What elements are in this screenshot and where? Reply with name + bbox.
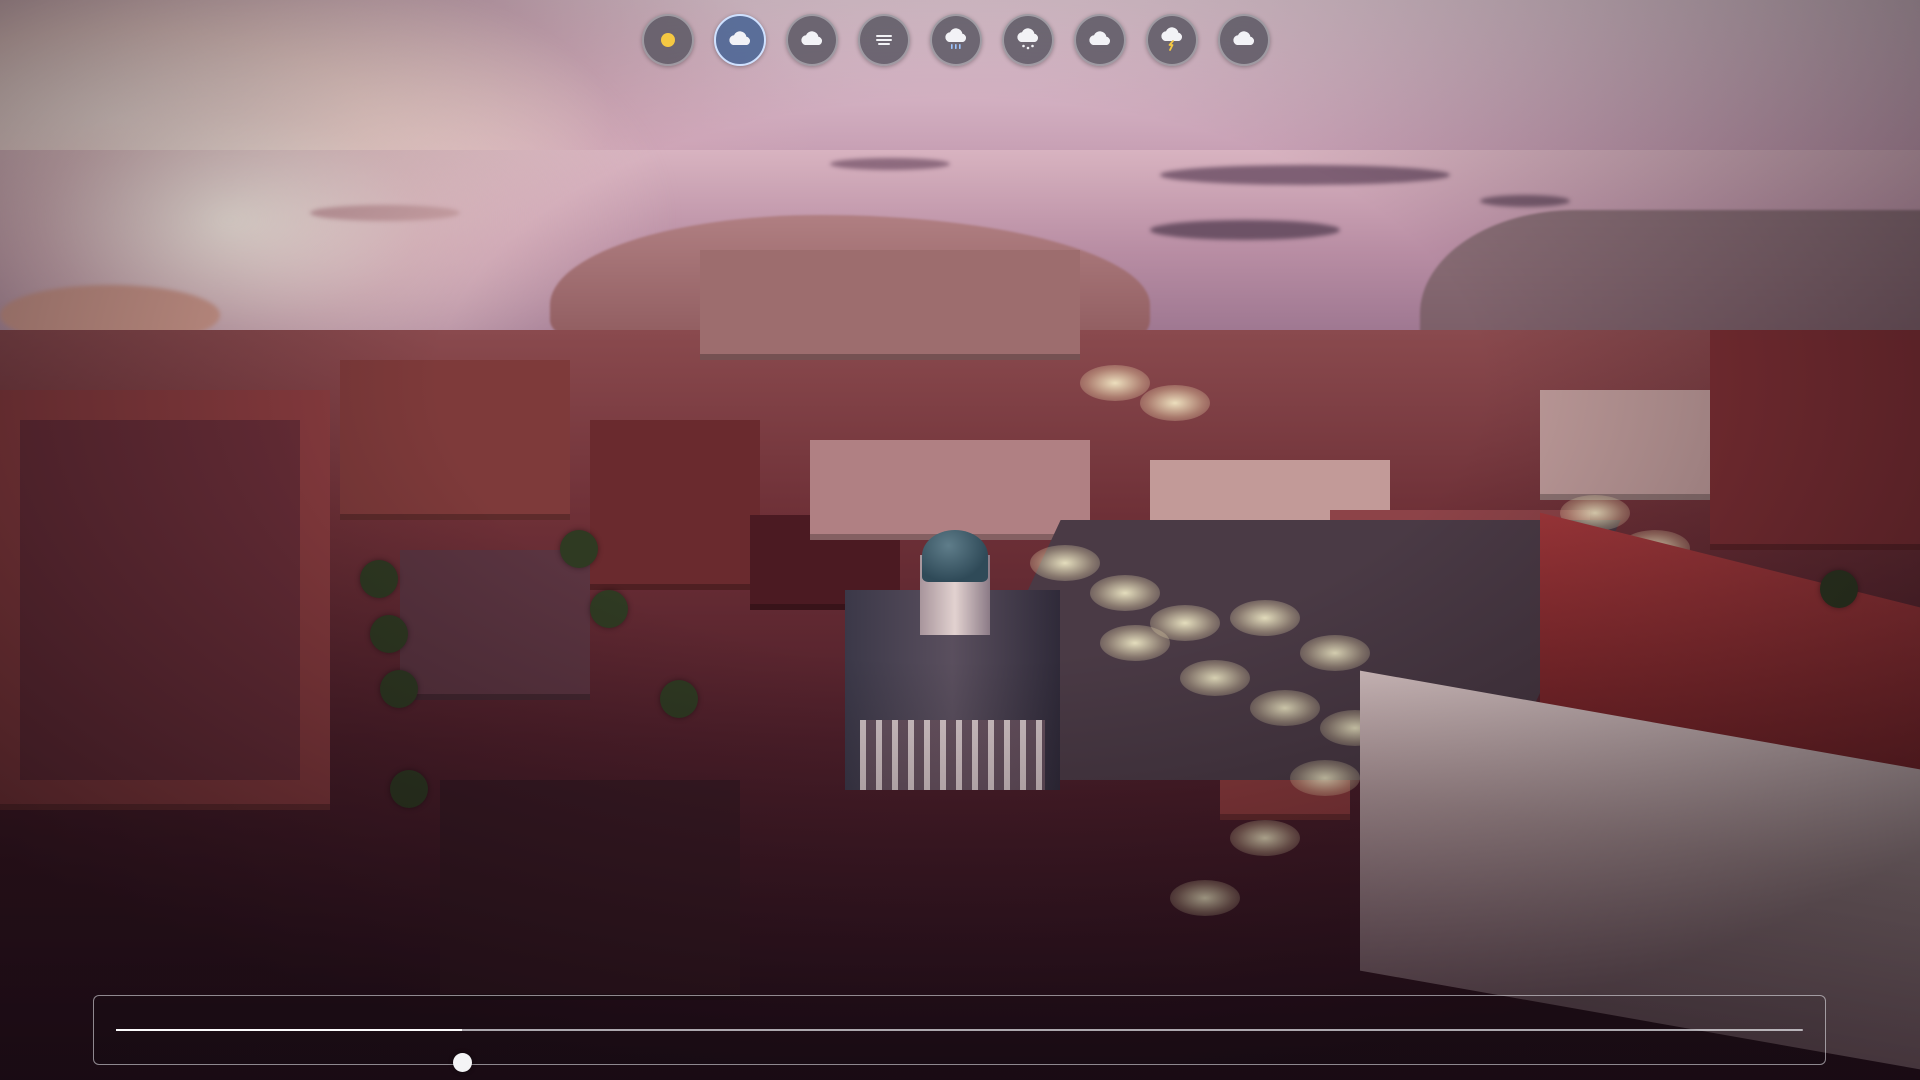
cloud-sun-icon — [729, 31, 751, 45]
cloud-overcast-icon — [1089, 31, 1111, 45]
cloud-lightning-icon — [1161, 27, 1183, 51]
weather-storm-button[interactable] — [1218, 14, 1270, 66]
weather-snow-button[interactable] — [1002, 14, 1054, 66]
weather-partly-cloudy-button[interactable] — [714, 14, 766, 66]
cloud-dark-icon — [1233, 31, 1255, 45]
slider-fill — [116, 1029, 462, 1031]
slider-thumb[interactable] — [452, 1053, 472, 1072]
weather-clear-button[interactable] — [642, 14, 694, 66]
sun-icon — [661, 33, 675, 47]
vignette — [0, 0, 1920, 1080]
fog-icon — [876, 35, 892, 45]
city-3d-view[interactable] — [0, 0, 1920, 1080]
weather-toolbar — [642, 14, 1270, 66]
weather-overcast-button[interactable] — [1074, 14, 1126, 66]
weather-thunderstorm-button[interactable] — [1146, 14, 1198, 66]
cloud-rain-icon — [945, 28, 967, 49]
weather-rain-button[interactable] — [930, 14, 982, 66]
weather-fog-button[interactable] — [858, 14, 910, 66]
weather-cloudy-button[interactable] — [786, 14, 838, 66]
time-of-day-slider[interactable] — [93, 995, 1826, 1072]
cloud-icon — [801, 31, 823, 45]
cloud-snow-icon — [1017, 28, 1039, 50]
slider-track[interactable] — [116, 1029, 1803, 1072]
